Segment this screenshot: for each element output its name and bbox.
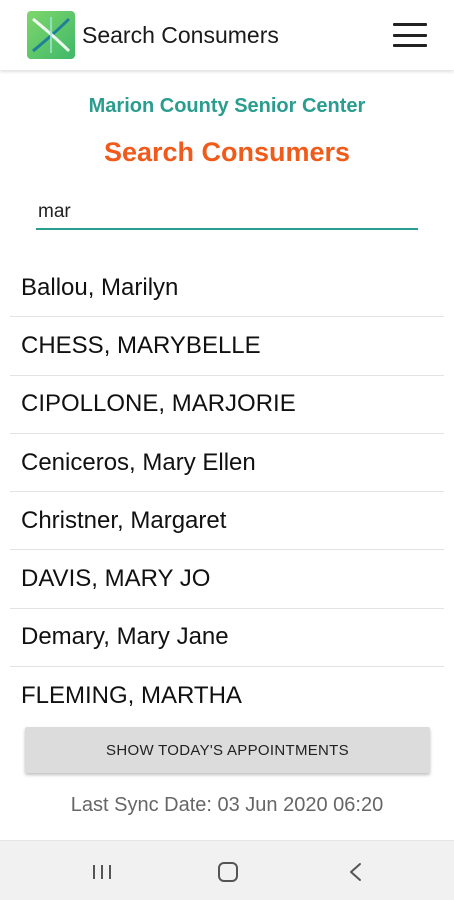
search-field — [36, 196, 418, 230]
app-bar: Search Consumers — [0, 0, 454, 70]
app-bar-title: Search Consumers — [82, 22, 279, 48]
page-title: Search Consumers — [103, 137, 351, 167]
list-item[interactable]: Demary, Mary Jane — [10, 609, 444, 668]
list-item[interactable]: CHESS, MARYBELLE — [10, 317, 444, 376]
list-item[interactable]: DAVIS, MARY JO — [10, 550, 444, 609]
list-item[interactable]: Ceniceros, Mary Ellen — [10, 434, 444, 493]
app-logo-icon — [27, 11, 75, 59]
back-icon[interactable] — [343, 861, 369, 883]
list-item[interactable]: Ballou, Marilyn — [10, 259, 444, 318]
system-nav-bar — [0, 840, 454, 900]
recent-apps-icon[interactable] — [89, 861, 115, 883]
list-item[interactable]: Christner, Margaret — [10, 492, 444, 551]
consumer-list: Ballou, Marilyn CHESS, MARYBELLE CIPOLLO… — [10, 259, 444, 725]
home-icon[interactable] — [215, 861, 241, 883]
list-item[interactable]: FLEMING, MARTHA — [10, 667, 444, 725]
center-name: Marion County Senior Center — [88, 95, 366, 117]
search-input[interactable] — [36, 196, 418, 228]
list-item[interactable]: CIPOLLONE, MARJORIE — [10, 376, 444, 434]
last-sync-date: Last Sync Date: 03 Jun 2020 06:20 — [70, 794, 384, 816]
show-appointments-button[interactable]: SHOW TODAY'S APPOINTMENTS — [25, 727, 430, 773]
hamburger-menu-icon[interactable] — [390, 19, 430, 51]
